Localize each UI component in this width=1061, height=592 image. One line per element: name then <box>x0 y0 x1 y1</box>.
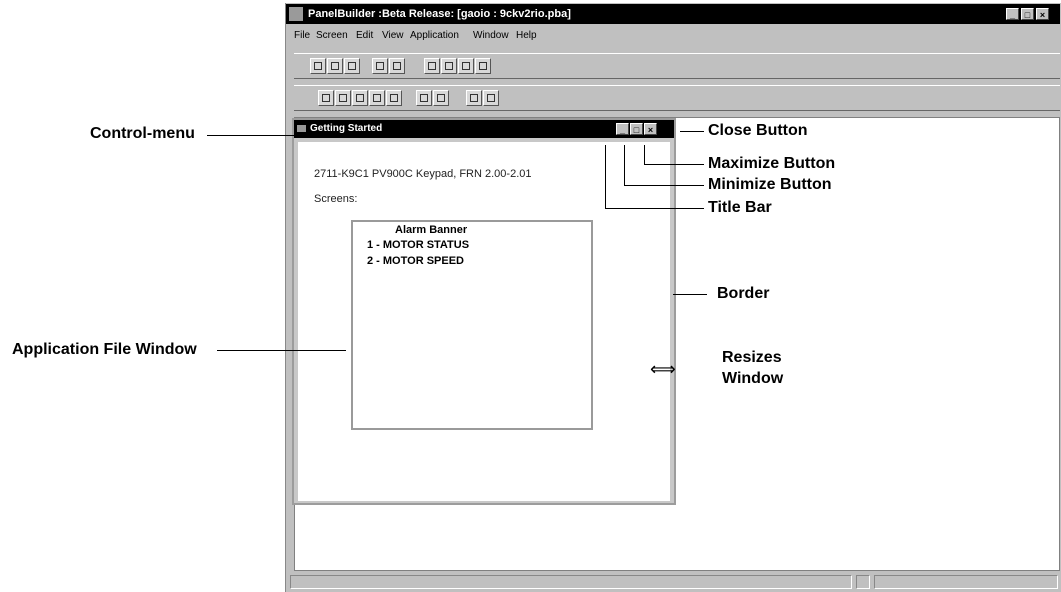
callout-resizes: Resizes <box>722 349 782 366</box>
menu-help[interactable]: Help <box>516 30 537 41</box>
child-title-bar[interactable]: Getting Started _ □ × <box>294 120 674 138</box>
status-panel-right <box>874 575 1058 589</box>
leader-line-maximize-h <box>644 164 704 165</box>
graphic-object-icon[interactable] <box>386 90 402 106</box>
status-panel-small <box>856 575 870 589</box>
app-maximize-button[interactable]: □ <box>1021 8 1034 20</box>
leader-line-close <box>680 131 704 132</box>
screens-label: Screens: <box>314 193 358 205</box>
status-bar <box>286 572 1061 592</box>
menu-application[interactable]: Application <box>410 30 459 41</box>
paste-icon[interactable] <box>458 58 474 74</box>
child-minimize-button[interactable]: _ <box>616 123 629 135</box>
leader-line-title-bar-h <box>605 208 704 209</box>
copy-icon[interactable] <box>441 58 457 74</box>
menu-edit[interactable]: Edit <box>356 30 373 41</box>
menu-view[interactable]: View <box>382 30 404 41</box>
leader-line-control-menu <box>207 135 295 136</box>
upload-icon[interactable] <box>389 58 405 74</box>
callout-maximize-button: Maximize Button <box>708 155 836 172</box>
pushbutton-icon[interactable] <box>318 90 334 106</box>
child-close-button[interactable]: × <box>644 123 657 135</box>
download-icon[interactable] <box>372 58 388 74</box>
screen-compare-icon[interactable] <box>433 90 449 106</box>
callout-control-menu: Control-menu <box>90 125 195 142</box>
list-selector-icon[interactable] <box>352 90 368 106</box>
text-list-icon[interactable] <box>369 90 385 106</box>
menu-file[interactable]: File <box>294 30 310 41</box>
undo-icon[interactable] <box>475 58 491 74</box>
tag-editor-icon[interactable] <box>466 90 482 106</box>
leader-line-minimize-h <box>624 185 704 186</box>
keypad-button-icon[interactable] <box>335 90 351 106</box>
open-file-icon[interactable] <box>327 58 343 74</box>
callout-title-bar: Title Bar <box>708 199 772 216</box>
callout-close-button: Close Button <box>708 122 808 139</box>
screens-list[interactable]: Alarm Banner 1 - MOTOR STATUS 2 - MOTOR … <box>351 220 593 430</box>
screen-list-item[interactable]: 2 - MOTOR SPEED <box>367 255 464 267</box>
toolbar-standard <box>294 53 1060 79</box>
callout-minimize-button: Minimize Button <box>708 176 832 193</box>
status-panel-main <box>290 575 852 589</box>
child-control-menu-icon[interactable] <box>297 125 306 132</box>
app-title-text: PanelBuilder :Beta Release: [gaoio : 9ck… <box>308 8 571 20</box>
leader-line-border <box>673 294 707 295</box>
menu-window[interactable]: Window <box>473 30 509 41</box>
resize-arrow-icon: ⟺ <box>650 359 676 379</box>
app-minimize-button[interactable]: _ <box>1006 8 1019 20</box>
leader-line-title-bar-v <box>605 145 606 208</box>
child-title-text: Getting Started <box>310 123 383 134</box>
save-file-icon[interactable] <box>344 58 360 74</box>
callout-border: Border <box>717 285 770 302</box>
leader-line-maximize-v <box>644 145 645 164</box>
leader-line-minimize-v <box>624 145 625 185</box>
callout-application-file-window: Application File Window <box>12 341 197 358</box>
child-maximize-button[interactable]: □ <box>630 123 643 135</box>
screen-list-item[interactable]: 1 - MOTOR STATUS <box>367 239 469 251</box>
app-control-menu-icon[interactable] <box>289 7 303 21</box>
app-title-bar[interactable]: PanelBuilder :Beta Release: [gaoio : 9ck… <box>286 4 1060 24</box>
screen-list-item[interactable]: Alarm Banner <box>395 224 467 236</box>
device-info-text: 2711-K9C1 PV900C Keypad, FRN 2.00-2.01 <box>314 168 532 180</box>
menu-bar: File Screen Edit View Application Window… <box>286 27 1060 43</box>
cut-icon[interactable] <box>424 58 440 74</box>
screen-view-icon[interactable] <box>416 90 432 106</box>
toolbar-objects <box>294 85 1060 111</box>
alarm-setup-icon[interactable] <box>483 90 499 106</box>
leader-line-app-window <box>217 350 346 351</box>
callout-window: Window <box>722 370 784 387</box>
application-file-window[interactable]: Getting Started _ □ × 2711-K9C1 PV900C K… <box>292 118 676 505</box>
child-window-body: 2711-K9C1 PV900C Keypad, FRN 2.00-2.01 S… <box>298 142 670 501</box>
menu-screen[interactable]: Screen <box>316 30 348 41</box>
new-file-icon[interactable] <box>310 58 326 74</box>
app-close-button[interactable]: × <box>1036 8 1049 20</box>
